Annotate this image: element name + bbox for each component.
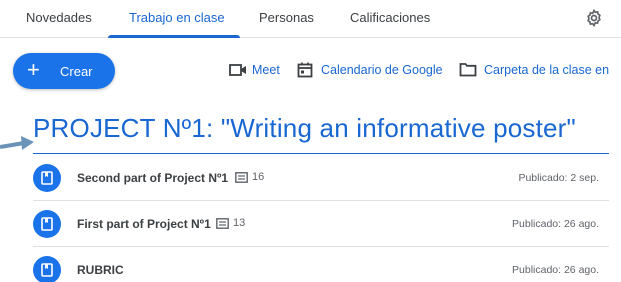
- pointer-arrow-icon: [0, 136, 34, 150]
- top-navigation: Novedades Trabajo en clase Personas Cali…: [0, 0, 621, 38]
- class-folder-link-label: Carpeta de la clase en: [484, 63, 610, 77]
- assignment-row[interactable]: Second part of Project Nº1 16 Publicado:…: [33, 155, 609, 201]
- comment-count-value: 13: [233, 217, 246, 229]
- calendar-link[interactable]: Calendario de Google: [297, 61, 447, 81]
- plus-icon: +: [27, 57, 40, 82]
- posted-date: Publicado: 26 ago.: [512, 218, 599, 230]
- topic-title[interactable]: PROJECT Nº1: "Writing an informative pos…: [33, 113, 576, 144]
- assignment-icon: [33, 164, 61, 192]
- create-button[interactable]: + Crear: [13, 53, 115, 89]
- class-folder-link[interactable]: Carpeta de la clase en: [459, 61, 619, 81]
- assignment-icon: [33, 256, 61, 282]
- assignment-title: First part of Project Nº1: [77, 217, 211, 231]
- create-button-label: Crear: [60, 64, 93, 79]
- assignment-row[interactable]: First part of Project Nº1 13 Publicado: …: [33, 201, 609, 247]
- assignment-icon: [33, 210, 61, 238]
- tab-personas[interactable]: Personas: [259, 10, 314, 25]
- comment-icon: [235, 172, 248, 183]
- tab-calificaciones[interactable]: Calificaciones: [350, 10, 430, 25]
- meet-link-label: Meet: [252, 63, 280, 77]
- topic-divider: [33, 153, 609, 154]
- calendar-icon: [297, 62, 313, 78]
- tab-trabajo-en-clase[interactable]: Trabajo en clase: [129, 10, 225, 25]
- posted-date: Publicado: 2 sep.: [518, 172, 599, 184]
- active-tab-indicator: [108, 35, 240, 38]
- meet-link[interactable]: Meet: [229, 61, 289, 81]
- video-camera-icon: [229, 64, 246, 76]
- tab-novedades[interactable]: Novedades: [26, 10, 92, 25]
- gear-icon[interactable]: [584, 8, 604, 28]
- assignment-title: RUBRIC: [77, 263, 124, 277]
- assignment-row[interactable]: RUBRIC Publicado: 26 ago.: [33, 247, 609, 282]
- assignment-title: Second part of Project Nº1: [77, 171, 229, 185]
- calendar-link-label: Calendario de Google: [321, 63, 443, 77]
- comment-count-value: 16: [252, 171, 265, 183]
- folder-icon: [459, 63, 477, 77]
- posted-date: Publicado: 26 ago.: [512, 264, 599, 276]
- comment-icon: [216, 218, 229, 229]
